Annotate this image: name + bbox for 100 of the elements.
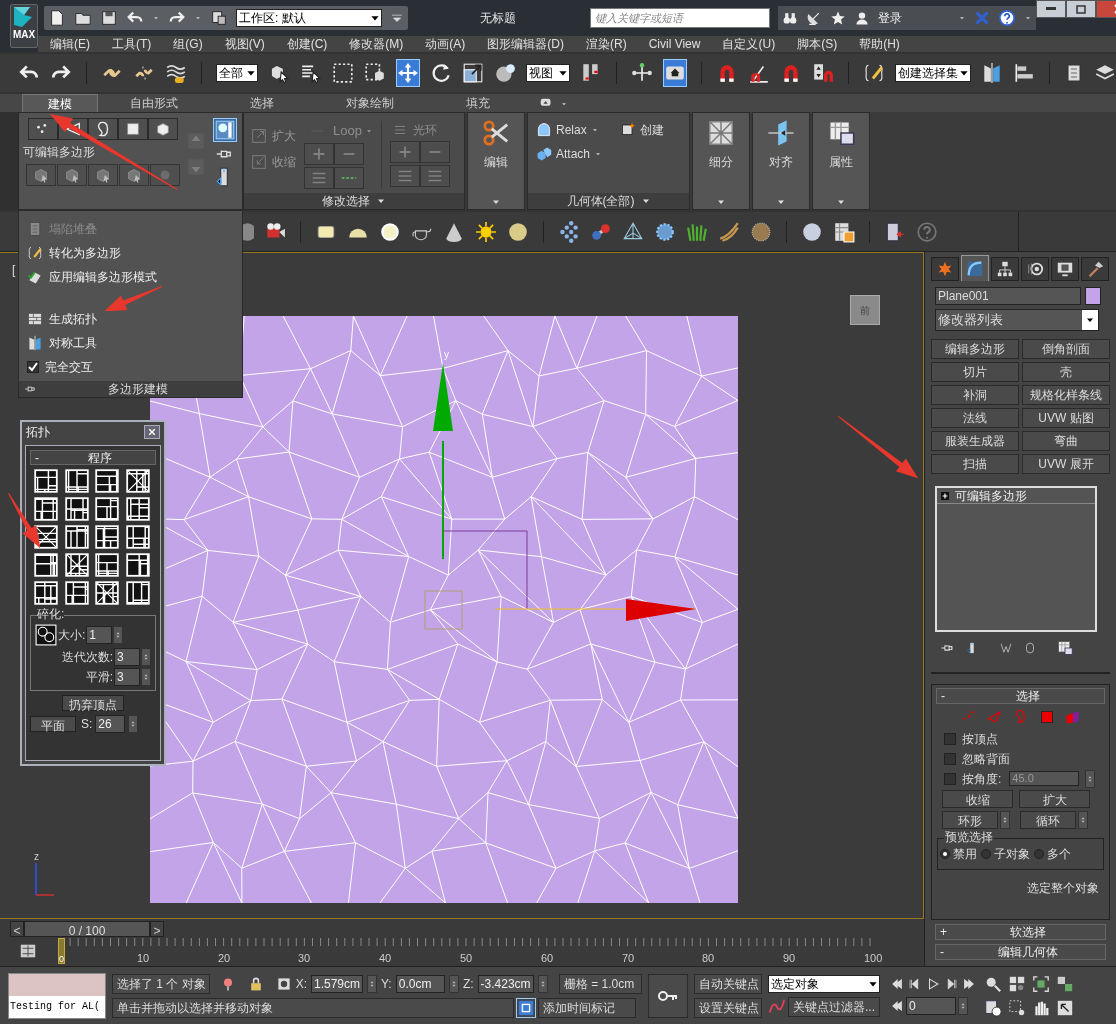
current-frame-field[interactable]: 0 (906, 996, 956, 1015)
menu-item[interactable]: Civil View (648, 36, 701, 52)
frame-label: 70 (622, 951, 635, 966)
panel-footer[interactable]: 几何体(全部) (528, 193, 689, 209)
key-filters-button[interactable]: 关键点过滤器... (788, 996, 880, 1017)
app-logo-button[interactable]: MAX (10, 4, 38, 48)
timeline-next-button[interactable]: > (150, 920, 164, 937)
menu-item[interactable]: 编辑(E) (50, 36, 90, 52)
grow-button[interactable]: 扩大 (1019, 790, 1090, 808)
menu-item[interactable]: 创建(C) (286, 36, 328, 52)
add-time-tag-button[interactable]: 添加时间标记 (538, 997, 636, 1018)
y-coordinate-field[interactable]: 0.0cm (395, 974, 445, 993)
modifier-button[interactable]: 弯曲 (1022, 431, 1110, 451)
rollout-header[interactable]: + 软选择 (935, 924, 1106, 940)
listener-input[interactable]: Testing for AL( (9, 995, 105, 1018)
menu-item[interactable]: 对称工具 (19, 331, 242, 355)
modifier-button[interactable]: 倒角剖面 (1022, 339, 1110, 359)
ribbon-tab[interactable]: 建模 (22, 94, 98, 112)
menu-item[interactable]: 帮助(H) (859, 36, 900, 52)
modifier-button[interactable]: 规格化样条线 (1022, 385, 1110, 405)
frame-label: 50 (460, 951, 473, 966)
menu-item[interactable]: 工具(T) (112, 36, 152, 52)
create-label[interactable]: 创建 (640, 121, 665, 139)
loop-button[interactable]: 循环 (1020, 811, 1076, 829)
menu-item[interactable]: 修改器(M) (349, 36, 404, 52)
modifier-button[interactable]: 切片 (931, 362, 1019, 382)
panel-footer[interactable]: 修改选择 (244, 193, 464, 209)
search-field[interactable]: 键入关键字或短语 (590, 8, 770, 28)
modifier-button[interactable]: 壳 (1022, 362, 1110, 382)
modifier-button[interactable]: UVW 贴图 (1022, 408, 1110, 428)
iterations-field[interactable]: 3 (114, 648, 140, 666)
ribbon-tab[interactable]: 选择 (210, 94, 314, 112)
ribbon-large-button[interactable]: 细分 (692, 112, 750, 210)
stack-item[interactable]: 可编辑多边形 (955, 486, 1027, 505)
modifier-button[interactable]: 编辑多边形 (931, 339, 1019, 359)
ring-button[interactable]: 环形 (942, 811, 998, 829)
modifier-list-dropdown[interactable]: 修改器列表 (935, 309, 1099, 331)
set-key-button[interactable]: 设置关键点 (694, 997, 762, 1018)
dialog-title: 拓扑 (26, 424, 50, 441)
frame-counter[interactable]: 0 / 100 (24, 920, 150, 937)
workspace-dropdown[interactable]: 工作区: 默认 (236, 9, 382, 27)
ribbon-large-button[interactable]: 对齐 (752, 112, 810, 210)
viewport-label: [ (12, 262, 16, 279)
x-coordinate-field[interactable]: 1.579cm (311, 974, 364, 993)
rollout-header[interactable]: - 程序 (30, 450, 156, 465)
modifier-button[interactable]: 补洞 (931, 385, 1019, 405)
frame-label: 20 (218, 951, 231, 966)
radio-label: 多个 (1047, 846, 1071, 863)
key-target-dropdown[interactable]: 选定对象 (768, 974, 880, 993)
time-marker[interactable]: 0 (58, 938, 65, 964)
ribbon-tab[interactable]: 对象绘制 (318, 94, 422, 112)
modifier-button[interactable]: 服装生成器 (931, 431, 1019, 451)
modifier-stack[interactable]: 可编辑多边形 (935, 486, 1097, 632)
attach-label[interactable]: Attach (556, 145, 591, 163)
named-selection-dropdown[interactable]: 创建选择集 (895, 64, 971, 82)
smooth-field[interactable]: 3 (114, 668, 140, 686)
modifier-button[interactable]: 扫描 (931, 454, 1019, 474)
discard-vertices-button[interactable]: 扔弃顶点 (62, 695, 124, 711)
ribbon-tab[interactable]: 自由形式 (102, 94, 206, 112)
panel-label: 可编辑多边形 (23, 144, 95, 161)
size-field[interactable]: 1 (86, 626, 113, 644)
timeline-prev-button[interactable]: < (10, 920, 24, 937)
frame-label: 80 (702, 951, 715, 966)
field-label: 大小: (58, 627, 86, 644)
modifier-button[interactable]: 法线 (931, 408, 1019, 428)
rollout-header[interactable]: - 编辑几何体 (935, 944, 1106, 960)
z-coordinate-field[interactable]: -3.423cm (477, 974, 534, 993)
modifier-button[interactable]: UVW 展开 (1022, 454, 1110, 474)
shrink-button[interactable]: 收缩 (942, 790, 1013, 808)
menu-item[interactable]: 应用编辑多边形模式 (19, 265, 242, 289)
field-label: 迭代次数: (61, 649, 113, 666)
edit-button[interactable]: 编辑 (467, 112, 525, 210)
checkbox-label: 完全交互 (45, 359, 93, 376)
menu-item[interactable]: 动画(A) (425, 36, 466, 52)
group-title: 碎化: (37, 607, 65, 621)
radio-label: 子对象 (994, 846, 1030, 863)
rollout-header[interactable]: - 选择 (936, 688, 1105, 704)
panel-title: 修改选择 (322, 193, 370, 210)
menu-item[interactable]: 自定义(U) (722, 36, 776, 52)
auto-key-button[interactable]: 自动关键点 (694, 973, 762, 994)
ribbon-tab[interactable]: 填充 (426, 94, 530, 112)
object-name-field[interactable]: Plane001 (935, 287, 1081, 305)
menu-item[interactable]: 图形编辑器(D) (487, 36, 564, 52)
menu-item[interactable]: 渲染(R) (586, 36, 627, 52)
reference-coordinate-dropdown[interactable]: 视图 (526, 64, 570, 82)
menu-item[interactable]: 生成拓扑 (19, 307, 242, 331)
selection-filter-dropdown[interactable]: 全部 (216, 64, 259, 82)
relax-label[interactable]: Relax (556, 121, 587, 139)
logo-text: MAX (12, 29, 36, 41)
axis-label: y (444, 348, 449, 362)
checkbox-label: 按顶点 (962, 730, 998, 748)
seed-field[interactable]: 26 (95, 715, 126, 733)
field-label: 平滑: (85, 669, 113, 686)
ribbon-large-button[interactable]: 属性 (812, 112, 870, 210)
menu-item[interactable]: 视图(V) (224, 36, 265, 52)
menu-item[interactable]: 组(G) (173, 36, 203, 52)
option-label[interactable]: 选定整个对象 (1027, 879, 1099, 897)
login-link[interactable]: 登录 (878, 9, 902, 27)
menu-item[interactable]: 脚本(S) (797, 36, 838, 52)
plane-button[interactable]: 平面 (30, 716, 76, 732)
